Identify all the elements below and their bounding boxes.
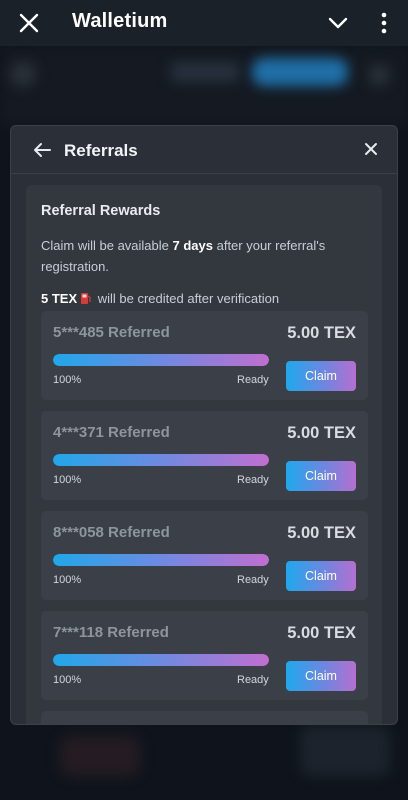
close-icon[interactable] bbox=[16, 10, 42, 36]
referral-name: 5***485 Referred bbox=[53, 324, 170, 341]
referral-item: 7***118 Referred 5.00 TEX 100% Ready Cla… bbox=[41, 611, 368, 700]
credit-info-text: 5 TEX will be credited after verificatio… bbox=[41, 291, 280, 306]
progress-fill bbox=[53, 654, 269, 666]
status-label: Ready bbox=[237, 574, 269, 586]
referral-amount: 5.00 TEX bbox=[287, 324, 356, 342]
app-bar: Walletium bbox=[0, 0, 408, 46]
referral-name: 7***118 Referred bbox=[53, 624, 169, 641]
referral-name: 4***371 Referred bbox=[53, 424, 170, 441]
claim-info-text: Claim will be available 7 days after you… bbox=[41, 238, 326, 274]
progress-track bbox=[53, 454, 269, 466]
modal-header: Referrals bbox=[11, 126, 397, 174]
referral-item: 4***371 Referred 5.00 TEX 100% Ready Cla… bbox=[41, 411, 368, 500]
progress-fill bbox=[53, 454, 269, 466]
bg-icon bbox=[368, 64, 390, 86]
bg-avatar bbox=[10, 61, 36, 87]
progress-track bbox=[53, 354, 269, 366]
referral-amount: 5.00 TEX bbox=[287, 524, 356, 542]
bg-block bbox=[300, 726, 390, 776]
arrow-back-icon[interactable] bbox=[31, 139, 53, 161]
close-icon[interactable] bbox=[364, 142, 378, 156]
referrals-modal: Referrals Referral Rewards Claim will be… bbox=[10, 125, 398, 725]
more-vert-icon[interactable] bbox=[376, 10, 392, 36]
bg-button bbox=[252, 58, 348, 86]
referral-item: 8***058 Referred 5.00 TEX 100% Ready Cla… bbox=[41, 511, 368, 600]
bg-header bbox=[0, 46, 408, 126]
referral-item: 5***485 Referred 5.00 TEX 100% Ready Cla… bbox=[41, 311, 368, 400]
claim-button[interactable]: Claim bbox=[286, 461, 356, 491]
referral-amount: 5.00 TEX bbox=[287, 424, 356, 442]
progress-percent: 100% bbox=[53, 574, 82, 586]
progress-percent: 100% bbox=[53, 674, 82, 686]
card-title: Referral Rewards bbox=[41, 203, 161, 219]
claim-button[interactable]: Claim bbox=[286, 661, 356, 691]
referral-item-partial bbox=[41, 711, 368, 724]
claim-button[interactable]: Claim bbox=[286, 561, 356, 591]
progress-percent: 100% bbox=[53, 374, 82, 386]
status-label: Ready bbox=[237, 474, 269, 486]
app-title: Walletium bbox=[72, 10, 168, 32]
bg-pill bbox=[170, 62, 240, 82]
claim-button[interactable]: Claim bbox=[286, 361, 356, 391]
modal-body[interactable]: Referral Rewards Claim will be available… bbox=[11, 175, 397, 724]
referral-name: 8***058 Referred bbox=[53, 524, 170, 541]
progress-track bbox=[53, 654, 269, 666]
referral-amount: 5.00 TEX bbox=[287, 624, 356, 642]
progress-fill bbox=[53, 354, 269, 366]
status-label: Ready bbox=[237, 374, 269, 386]
referral-rewards-card: Referral Rewards Claim will be available… bbox=[26, 185, 382, 724]
fuel-pump-icon bbox=[81, 293, 91, 304]
chevron-down-icon[interactable] bbox=[326, 12, 350, 34]
progress-fill bbox=[53, 554, 269, 566]
progress-track bbox=[53, 554, 269, 566]
status-label: Ready bbox=[237, 674, 269, 686]
modal-title: Referrals bbox=[64, 141, 138, 160]
bg-block-2 bbox=[60, 736, 140, 776]
progress-percent: 100% bbox=[53, 474, 82, 486]
